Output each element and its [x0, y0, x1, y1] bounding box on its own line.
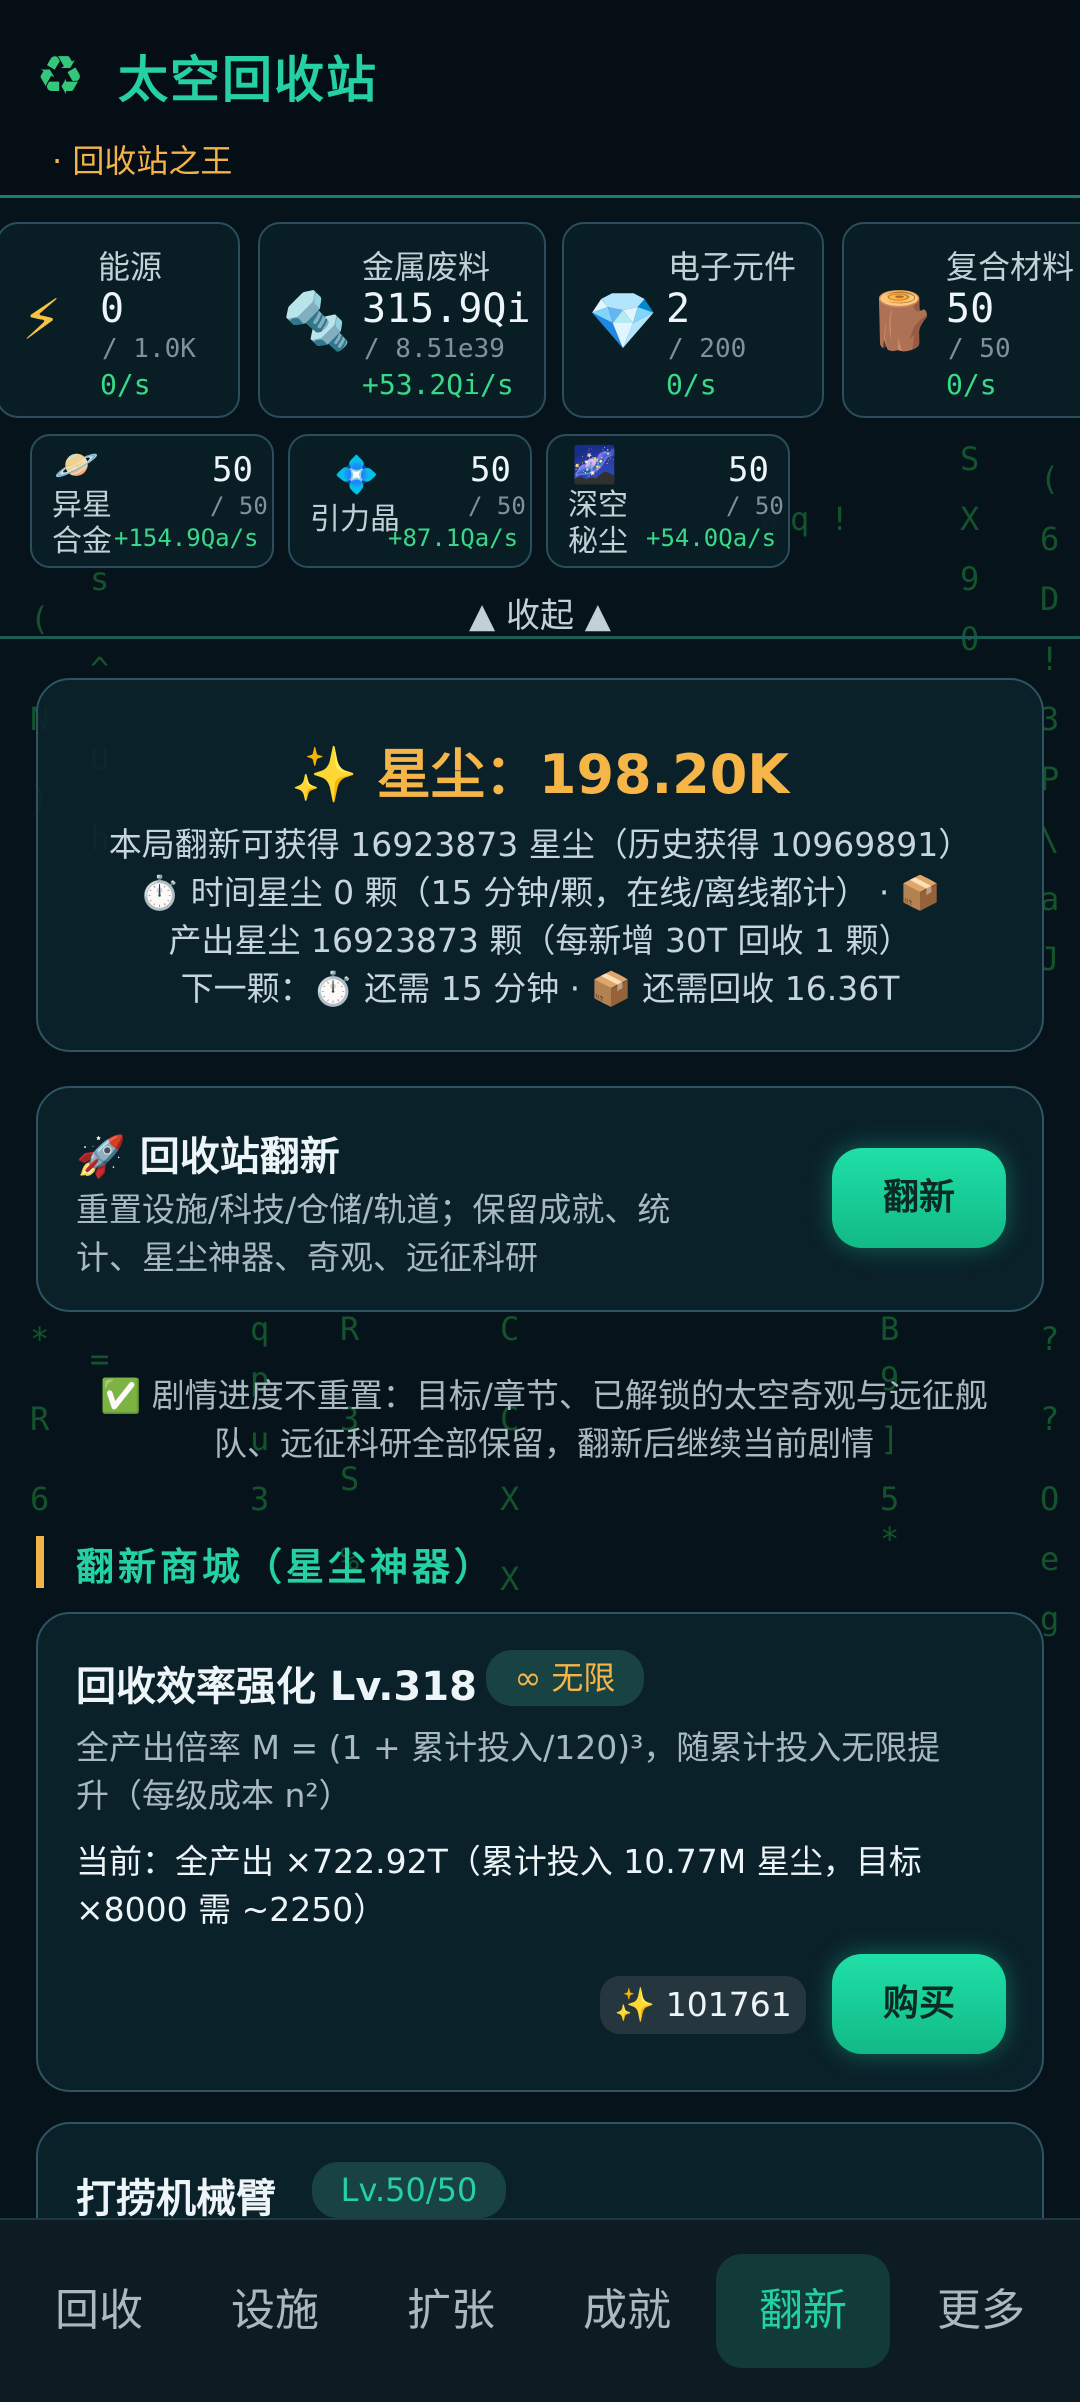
stardust-next-line: 下一颗：⏱️ 还需 15 分钟 · 📦 还需回收 16.36T [180, 969, 900, 1008]
special-resource-gravity-crystal[interactable]: 💠 引力晶 50 / 50 +87.1Qa/s [288, 434, 532, 568]
resource-max: / 1.0K [102, 334, 196, 364]
special-value: 50 [728, 450, 769, 490]
gem-icon: 💎 [588, 289, 658, 354]
shop-item-current-line2: ×8000 需 ~2250） [76, 1890, 387, 1929]
resource-max: / 8.51e39 [364, 334, 505, 364]
resource-card-metal-scrap[interactable]: 🔩 金属废料 315.9Qi / 8.51e39 +53.2Qi/s [258, 222, 546, 418]
lightning-icon: ⚡ [22, 288, 62, 353]
bolt-nut-icon: 🔩 [282, 289, 352, 354]
shop-accent-bar [36, 1536, 44, 1588]
resource-card-energy[interactable]: ⚡ 能源 0 / 1.0K 0/s [0, 222, 240, 418]
resource-name: 复合材料 [946, 248, 1075, 286]
special-value: 50 [212, 450, 253, 490]
stardust-time-line: ⏱️ 时间星尘 0 颗（15 分钟/颗，在线/离线都计） · 📦 [139, 873, 941, 912]
notice-line1: ✅ 剧情进度不重置：目标/章节、已解锁的太空奇观与远征舰 [100, 1376, 988, 1415]
special-rate: +54.0Qa/s [646, 524, 777, 552]
resource-value: 315.9Qi [362, 286, 531, 332]
renovate-desc-line1: 重置设施/科技/仓储/轨道；保留成就、统 [76, 1190, 671, 1229]
special-name: 深空 [568, 488, 628, 523]
shop-item-name: 回收效率强化 Lv.318 [76, 1664, 477, 1710]
progress-notice: ✅ 剧情进度不重置：目标/章节、已解锁的太空奇观与远征舰 队、远征科研全部保留，… [44, 1372, 1044, 1468]
resource-value: 0 [100, 286, 125, 332]
nav-more[interactable]: 更多 [906, 2254, 1056, 2368]
app-subtitle: · 回收站之王 [52, 142, 233, 180]
nav-achievements[interactable]: 成就 [552, 2254, 702, 2368]
divider [0, 636, 1080, 639]
special-name: 异星 [52, 488, 112, 523]
resource-card-electronics[interactable]: 💎 电子元件 2 / 200 0/s [562, 222, 824, 418]
special-name: 合金 [52, 524, 112, 559]
bottom-nav: 回收 设施 扩张 成就 翻新 更多 [0, 2218, 1080, 2402]
stardust-panel: ✨ 星尘：198.20K 本局翻新可获得 16923873 星尘（历史获得 10… [36, 678, 1044, 1052]
renovate-panel: 🚀 回收站翻新 重置设施/科技/仓储/轨道；保留成就、统 计、星尘神器、奇观、远… [36, 1086, 1044, 1312]
resource-rate: 0/s [666, 368, 717, 401]
wood-log-icon: 🪵 [866, 289, 936, 354]
resource-card-composite[interactable]: 🪵 复合材料 50 / 50 0/s [842, 222, 1080, 418]
special-resource-deep-dust[interactable]: 🌌 深空 秘尘 50 / 50 +54.0Qa/s [546, 434, 790, 568]
stardust-total: ✨ 星尘：198.20K [290, 743, 790, 806]
renovate-desc-line2: 计、星尘神器、奇观、远征科研 [76, 1238, 538, 1277]
nav-recycle[interactable]: 回收 [24, 2254, 174, 2368]
notice-line2: 队、远征科研全部保留，翻新后继续当前剧情 [214, 1424, 874, 1463]
shop-item-current-line1: 当前：全产出 ×722.92T（累计投入 10.77M 星尘，目标 [76, 1842, 922, 1881]
special-max: / 50 [210, 492, 268, 520]
level-badge: Lv.50/50 [312, 2162, 506, 2218]
shop-title: 翻新商城（星尘神器） [76, 1545, 497, 1589]
special-max: / 50 [468, 492, 526, 520]
shop-item-cost: ✨ 101761 [600, 1976, 806, 2034]
planet-icon: 🪐 [54, 445, 99, 486]
stardust-gain-line: 本局翻新可获得 16923873 星尘（历史获得 10969891） [108, 825, 972, 864]
resource-max: / 50 [948, 334, 1011, 364]
galaxy-icon: 🌌 [572, 445, 617, 486]
shop-item-efficiency: 回收效率强化 Lv.318 ∞ 无限 全产出倍率 M = (1 + 累计投入/1… [36, 1612, 1044, 2092]
collapse-toggle[interactable]: ▲ 收起 ▲ [0, 588, 1080, 637]
resource-name: 电子元件 [668, 248, 797, 286]
nav-renovate[interactable]: 翻新 [716, 2254, 890, 2368]
app-header: ♻ 太空回收站 · 回收站之王 [0, 0, 1080, 198]
buy-button[interactable]: 购买 [832, 1954, 1006, 2054]
shop-item-desc-line2: 升（每级成本 n²） [76, 1776, 352, 1815]
special-resource-alien-alloy[interactable]: 🪐 异星 合金 50 / 50 +154.9Qa/s [30, 434, 274, 568]
resource-rate: 0/s [946, 368, 997, 401]
resource-max: / 200 [668, 334, 747, 364]
renovate-button[interactable]: 翻新 [832, 1148, 1006, 1248]
special-max: / 50 [726, 492, 784, 520]
stardust-output-line: 产出星尘 16923873 颗（每新增 30T 回收 1 颗） [168, 921, 912, 960]
renovate-title: 🚀 回收站翻新 [76, 1134, 340, 1180]
shop-item-desc-line1: 全产出倍率 M = (1 + 累计投入/120)³，随累计投入无限提 [76, 1728, 941, 1767]
special-rate: +154.9Qa/s [114, 524, 259, 552]
app-title: 太空回收站 [118, 51, 378, 109]
resource-value: 2 [666, 286, 691, 332]
resource-rate: +53.2Qi/s [362, 368, 514, 401]
crystal-icon: 💠 [334, 455, 379, 496]
infinite-badge: ∞ 无限 [486, 1650, 644, 1706]
recycle-icon: ♻ [36, 44, 85, 107]
resource-name: 金属废料 [362, 248, 491, 286]
resource-name: 能源 [98, 248, 163, 286]
nav-expand[interactable]: 扩张 [376, 2254, 526, 2368]
special-value: 50 [470, 450, 511, 490]
resource-value: 50 [946, 286, 995, 332]
special-name: 秘尘 [568, 524, 628, 559]
nav-facilities[interactable]: 设施 [200, 2254, 350, 2368]
resource-rate: 0/s [100, 368, 151, 401]
shop-item-name: 打捞机械臂 [76, 2176, 276, 2222]
special-name: 引力晶 [310, 502, 400, 537]
special-rate: +87.1Qa/s [388, 524, 519, 552]
